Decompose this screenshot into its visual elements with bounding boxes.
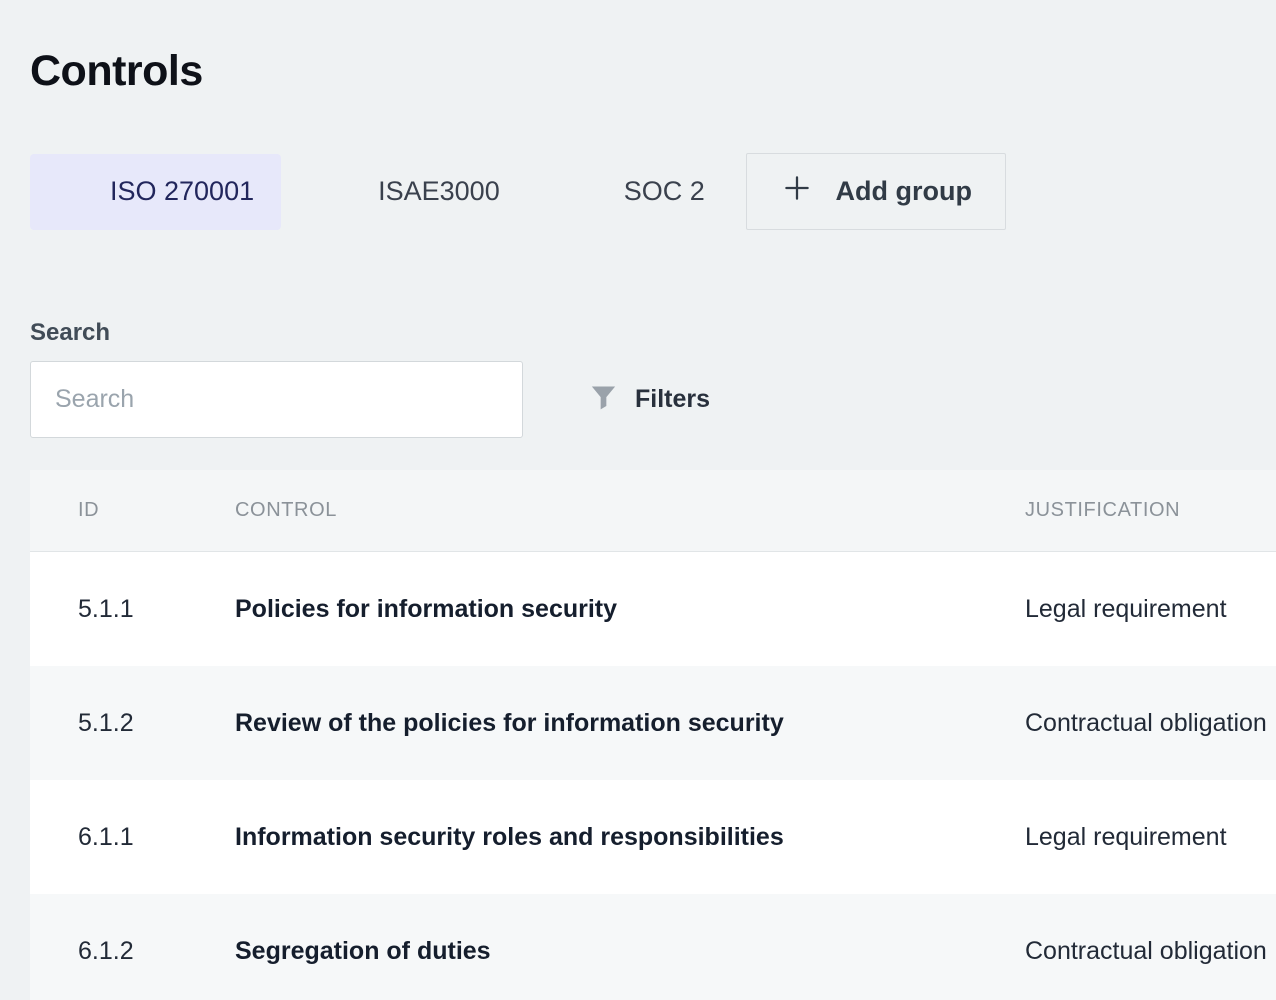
cell-id: 6.1.1 [78,823,235,852]
add-group-label: Add group [836,176,972,207]
cell-justification: Contractual obligation [1025,709,1276,738]
group-tab-label: SOC 2 [624,176,705,207]
search-input[interactable] [30,361,523,438]
cell-justification: Contractual obligation [1025,937,1276,966]
cell-control: Review of the policies for information s… [235,709,1025,738]
badge-check-icon [325,175,358,208]
cell-id: 5.1.2 [78,709,235,738]
column-header-id: ID [78,499,235,522]
cell-justification: Legal requirement [1025,595,1276,624]
table-row[interactable]: 6.1.2 Segregation of duties Contractual … [30,894,1276,1000]
tab-iso-270001[interactable]: ISO 270001 [30,154,281,230]
filters-button[interactable]: Filters [588,382,710,418]
cell-control: Policies for information security [235,595,1025,624]
cell-justification: Legal requirement [1025,823,1276,852]
group-tabs: ISO 270001 ISAE3000 SOC 2 Add group [30,153,1276,230]
column-header-justification: JUSTIFICATION [1025,499,1276,522]
search-label: Search [30,319,1276,347]
tab-isae3000[interactable]: ISAE3000 [298,154,527,230]
controls-page: Controls ISO 270001 ISAE3000 SOC 2 [0,0,1276,1000]
cell-control: Information security roles and responsib… [235,823,1025,852]
cell-id: 6.1.2 [78,937,235,966]
add-group-button[interactable]: Add group [746,153,1006,230]
group-tab-label: ISO 270001 [110,176,254,207]
table-header: ID CONTROL JUSTIFICATION [30,470,1276,552]
filter-funnel-icon [588,382,619,418]
badge-check-icon [571,175,604,208]
search-row: Filters [30,361,1276,438]
table-body: 5.1.1 Policies for information security … [30,552,1276,1000]
page-title: Controls [30,46,1276,96]
table-row[interactable]: 5.1.2 Review of the policies for informa… [30,666,1276,780]
table-row[interactable]: 6.1.1 Information security roles and res… [30,780,1276,894]
table-row[interactable]: 5.1.1 Policies for information security … [30,552,1276,666]
column-header-control: CONTROL [235,499,1025,522]
plus-icon [780,171,814,212]
cell-id: 5.1.1 [78,595,235,624]
group-tab-label: ISAE3000 [378,176,500,207]
badge-check-icon [57,175,90,208]
tab-soc-2[interactable]: SOC 2 [544,154,732,230]
filters-label: Filters [635,385,710,414]
cell-control: Segregation of duties [235,937,1025,966]
controls-table: ID CONTROL JUSTIFICATION 5.1.1 Policies … [30,470,1276,1000]
